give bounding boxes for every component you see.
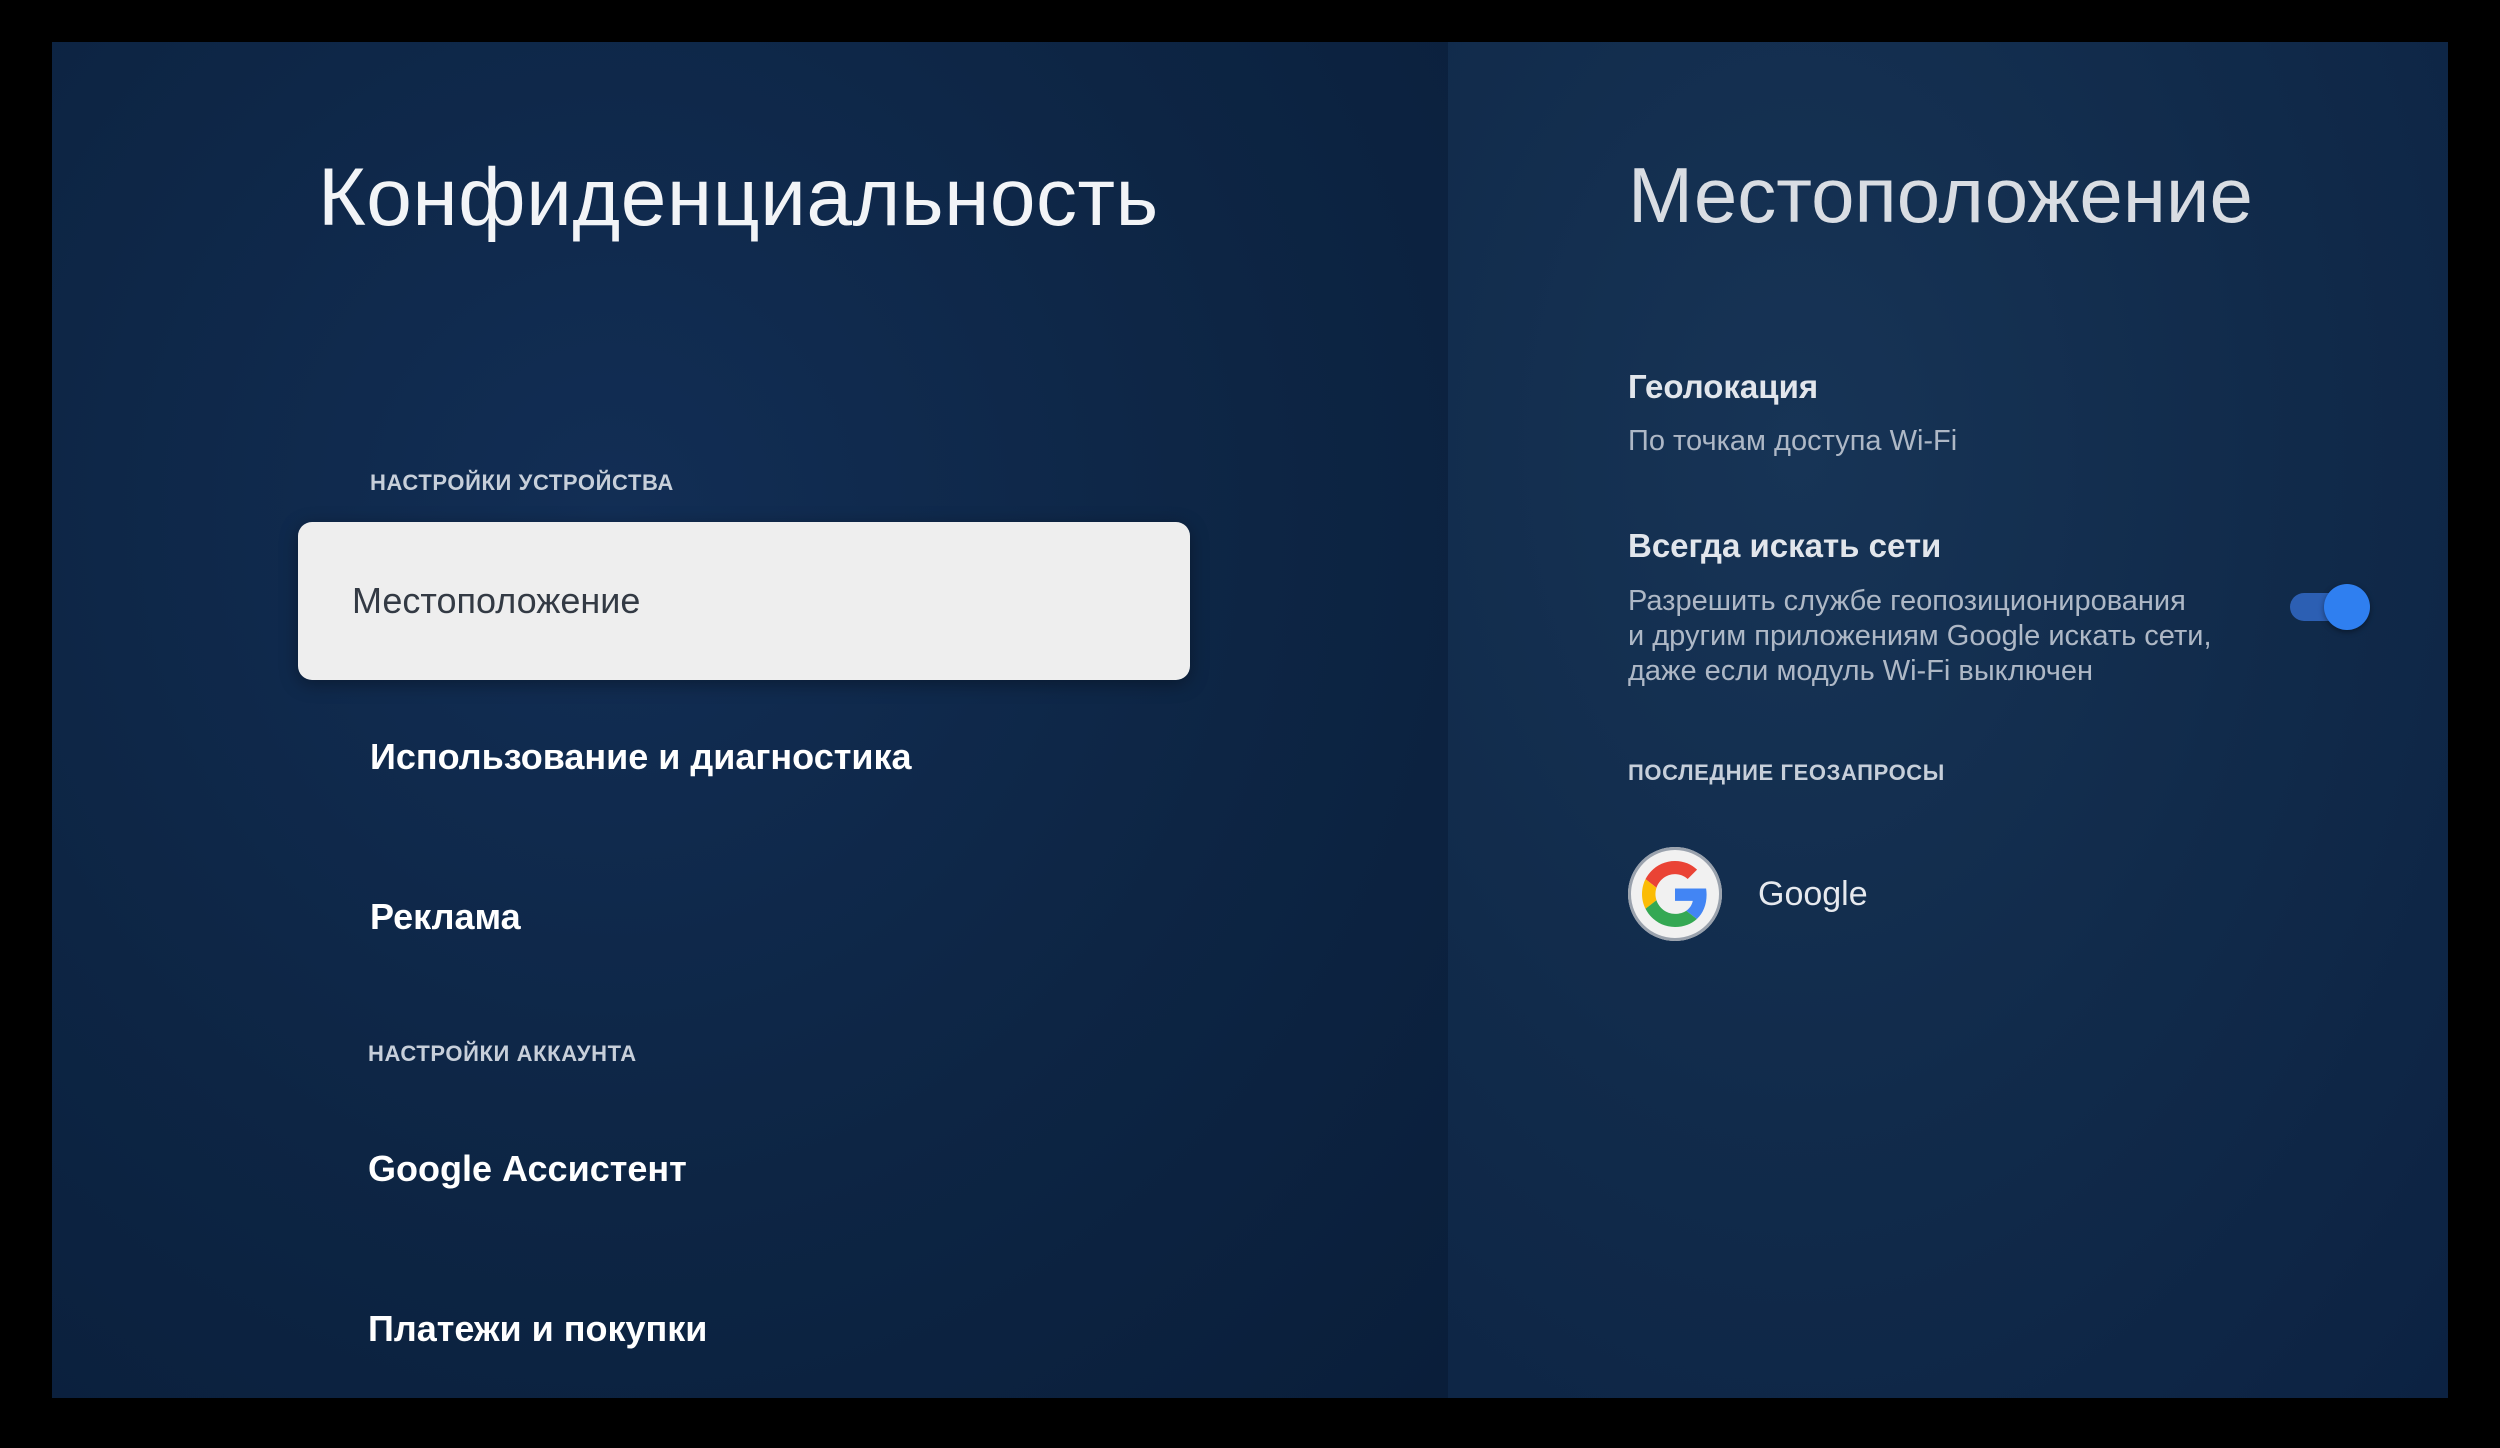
always-scan-toggle[interactable] <box>2290 584 2372 630</box>
menu-item-location[interactable]: Местоположение <box>298 522 1190 680</box>
menu-item-google-assistant[interactable]: Google Ассистент <box>296 1090 1188 1248</box>
menu-item-ads[interactable]: Реклама <box>298 838 1190 996</box>
pref-geolocation-summary: По точкам доступа Wi-Fi <box>1628 425 1958 457</box>
pref-always-scan-summary: Разрешить службе геопозиционирования и д… <box>1628 584 2212 689</box>
page-title: Конфиденциальность <box>318 152 1159 243</box>
detail-panel <box>1448 42 2448 1398</box>
pref-always-scan-title: Всегда искать сети <box>1628 527 1942 564</box>
menu-item-label: Реклама <box>370 896 521 937</box>
summary-line: и другим приложениям Google искать сети, <box>1628 620 2212 652</box>
recent-app-google[interactable]: Google <box>1628 846 1868 942</box>
recent-app-name: Google <box>1758 874 1868 913</box>
menu-item-label: Google Ассистент <box>368 1148 687 1189</box>
menu-item-payments[interactable]: Платежи и покупки <box>296 1250 1188 1408</box>
summary-line: даже если модуль Wi-Fi выключен <box>1628 655 2093 687</box>
section-label-recent-requests: ПОСЛЕДНИЕ ГЕОЗАПРОСЫ <box>1628 760 1945 785</box>
section-label-account: НАСТРОЙКИ АККАУНТА <box>368 1041 637 1066</box>
menu-item-usage-diagnostics[interactable]: Использование и диагностика <box>298 678 1190 836</box>
google-g-icon <box>1628 847 1722 941</box>
pref-geolocation-title: Геолокация <box>1628 368 1819 405</box>
detail-title: Местоположение <box>1628 151 2253 239</box>
menu-item-label: Платежи и покупки <box>368 1308 708 1349</box>
menu-item-label: Использование и диагностика <box>370 736 912 777</box>
section-label-device: НАСТРОЙКИ УСТРОЙСТВА <box>370 470 674 495</box>
summary-line: Разрешить службе геопозиционирования <box>1628 585 2186 617</box>
toggle-thumb <box>2324 584 2370 630</box>
menu-item-label: Местоположение <box>352 580 641 621</box>
